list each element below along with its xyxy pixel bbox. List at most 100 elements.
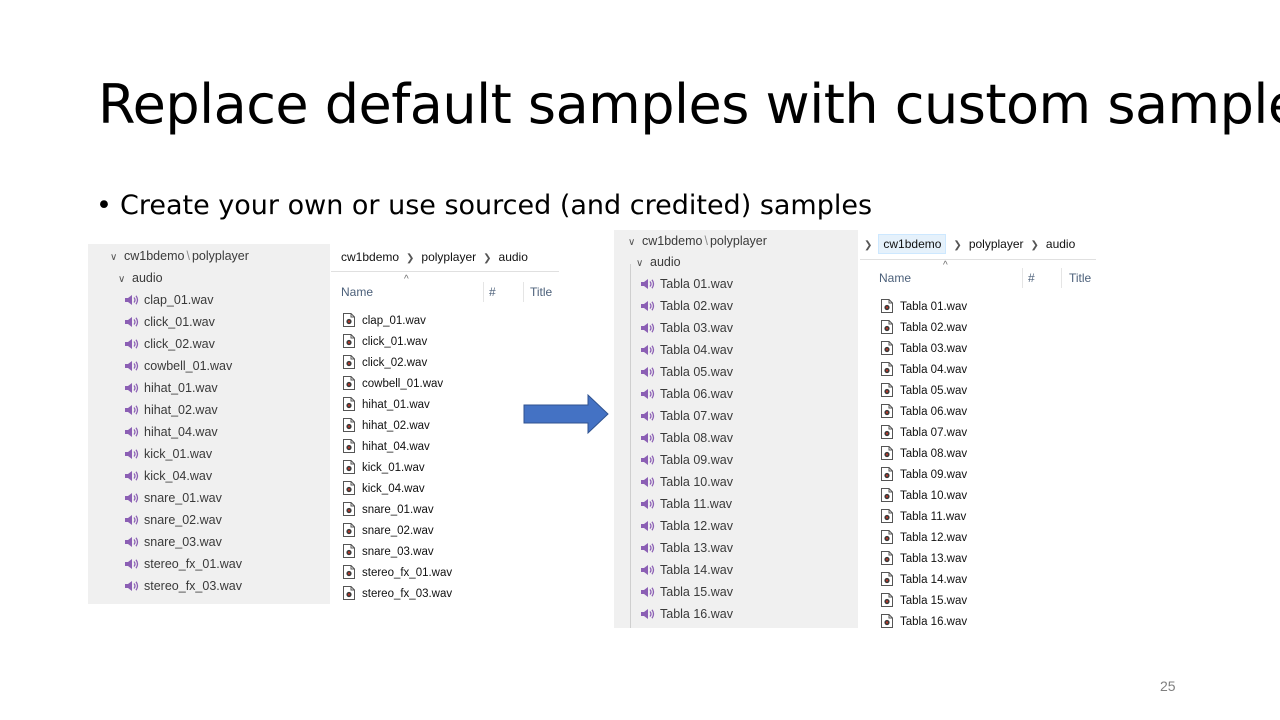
file-list-row[interactable]: snare_01.wav <box>343 500 434 521</box>
breadcrumb-item[interactable]: cw1bdemo <box>341 250 399 264</box>
tree-file-item[interactable]: Tabla 08.wav <box>640 427 733 449</box>
file-list-row[interactable]: Tabla 10.wav <box>881 486 967 507</box>
column-header-number[interactable]: # <box>489 280 496 304</box>
breadcrumb-item[interactable]: audio <box>499 250 528 264</box>
tree-file-item[interactable]: Tabla 07.wav <box>640 405 733 427</box>
file-list-row[interactable]: Tabla 01.wav <box>881 297 967 318</box>
tree-file-label: Tabla 07.wav <box>660 409 733 423</box>
file-list-row[interactable]: Tabla 13.wav <box>881 549 967 570</box>
file-name: snare_01.wav <box>362 504 434 516</box>
file-list-row[interactable]: click_01.wav <box>343 332 427 353</box>
column-header-title[interactable]: Title <box>1069 266 1091 290</box>
file-list-row[interactable]: click_02.wav <box>343 353 427 374</box>
tree-path-row[interactable]: ∨ cw1bdemo \ polyplayer <box>628 230 767 252</box>
tree-file-item[interactable]: Tabla 11.wav <box>640 493 732 515</box>
file-name: snare_02.wav <box>362 525 434 537</box>
tree-file-item[interactable]: Tabla 14.wav <box>640 559 733 581</box>
column-divider[interactable] <box>1022 268 1023 288</box>
column-header-name[interactable]: Name <box>879 266 911 290</box>
speaker-icon <box>124 425 144 439</box>
file-name: Tabla 02.wav <box>900 322 968 334</box>
tree-file-item[interactable]: Tabla 12.wav <box>640 515 733 537</box>
file-list-row[interactable]: snare_03.wav <box>343 542 434 563</box>
breadcrumb-item[interactable]: audio <box>1046 237 1075 251</box>
column-divider[interactable] <box>523 282 524 302</box>
tree-file-item[interactable]: Tabla 04.wav <box>640 339 733 361</box>
speaker-icon <box>124 359 144 373</box>
tree-file-item[interactable]: clap_01.wav <box>124 289 214 311</box>
tree-file-item[interactable]: Tabla 16.wav <box>640 603 733 625</box>
tree-file-item[interactable]: hihat_04.wav <box>124 421 218 443</box>
column-divider[interactable] <box>483 282 484 302</box>
tree-file-item[interactable]: Tabla 09.wav <box>640 449 733 471</box>
file-list-row[interactable]: cowbell_01.wav <box>343 374 443 395</box>
column-header-title[interactable]: Title <box>530 280 552 304</box>
tree-file-item[interactable]: Tabla 03.wav <box>640 317 733 339</box>
file-name: Tabla 01.wav <box>900 301 968 313</box>
file-list-row[interactable]: Tabla 02.wav <box>881 318 967 339</box>
tree-file-item[interactable]: kick_04.wav <box>124 465 212 487</box>
tree-file-item[interactable]: Tabla 01.wav <box>640 273 733 295</box>
file-list-row[interactable]: Tabla 12.wav <box>881 528 967 549</box>
file-list-row[interactable]: stereo_fx_01.wav <box>343 563 452 584</box>
file-list-row[interactable]: Tabla 14.wav <box>881 570 967 591</box>
tree-path-row[interactable]: ∨ cw1bdemo \ polyplayer <box>110 245 249 267</box>
column-header-name[interactable]: Name <box>341 280 373 304</box>
tree-file-item[interactable]: kick_01.wav <box>124 443 212 465</box>
file-name: snare_03.wav <box>362 546 434 558</box>
tree-file-item[interactable]: stereo_fx_03.wav <box>124 575 242 597</box>
tree-file-item[interactable]: stereo_fx_01.wav <box>124 553 242 575</box>
tree-file-item[interactable]: hihat_02.wav <box>124 399 218 421</box>
file-list-row[interactable]: snare_02.wav <box>343 521 434 542</box>
file-name: Tabla 16.wav <box>900 616 968 628</box>
column-divider[interactable] <box>1061 268 1062 288</box>
file-list-row[interactable]: Tabla 07.wav <box>881 423 967 444</box>
tree-file-item[interactable]: Tabla 06.wav <box>640 383 733 405</box>
chevron-down-icon[interactable]: ∨ <box>636 253 650 275</box>
tree-file-item[interactable]: Tabla 02.wav <box>640 295 733 317</box>
file-list-row[interactable]: Tabla 05.wav <box>881 381 967 402</box>
file-list-row[interactable]: Tabla 09.wav <box>881 465 967 486</box>
tree-file-item[interactable]: snare_03.wav <box>124 531 222 553</box>
column-header-number[interactable]: # <box>1028 266 1035 290</box>
tree-file-item[interactable]: click_02.wav <box>124 333 215 355</box>
slide-title: Replace default samples with custom samp… <box>98 73 1280 136</box>
tree-file-item[interactable]: hihat_01.wav <box>124 377 218 399</box>
breadcrumb-item[interactable]: polyplayer <box>421 250 476 264</box>
file-name: hihat_02.wav <box>362 420 430 432</box>
chevron-down-icon[interactable]: ∨ <box>110 247 124 269</box>
tree-file-label: Tabla 12.wav <box>660 519 733 533</box>
file-name: Tabla 04.wav <box>900 364 968 376</box>
breadcrumb-item[interactable]: cw1bdemo <box>878 234 947 254</box>
file-list-row[interactable]: Tabla 08.wav <box>881 444 967 465</box>
chevron-down-icon[interactable]: ∨ <box>118 269 132 291</box>
tree-file-item[interactable]: click_01.wav <box>124 311 215 333</box>
tree-guide-line <box>630 264 631 628</box>
audio-file-icon <box>881 508 900 523</box>
tree-file-item[interactable]: snare_01.wav <box>124 487 222 509</box>
file-list-row[interactable]: Tabla 11.wav <box>881 507 966 528</box>
tree-file-item[interactable]: cowbell_01.wav <box>124 355 232 377</box>
file-list-row[interactable]: Tabla 16.wav <box>881 612 967 630</box>
file-list-row[interactable]: hihat_04.wav <box>343 437 430 458</box>
file-list-row[interactable]: Tabla 15.wav <box>881 591 967 612</box>
tree-file-item[interactable]: Tabla 10.wav <box>640 471 733 493</box>
file-list-row[interactable]: Tabla 03.wav <box>881 339 967 360</box>
file-list-row[interactable]: hihat_01.wav <box>343 395 430 416</box>
tree-folder-audio[interactable]: ∨ audio <box>636 251 681 273</box>
file-list-row[interactable]: stereo_fx_03.wav <box>343 584 452 605</box>
tree-file-item[interactable]: Tabla 15.wav <box>640 581 733 603</box>
tree-file-item[interactable]: Tabla 05.wav <box>640 361 733 383</box>
file-list-row[interactable]: kick_01.wav <box>343 458 425 479</box>
file-list-row[interactable]: kick_04.wav <box>343 479 425 500</box>
tree-file-item[interactable]: Tabla 13.wav <box>640 537 733 559</box>
tree-folder-audio[interactable]: ∨ audio <box>118 267 163 289</box>
tree-file-item[interactable]: snare_02.wav <box>124 509 222 531</box>
file-list-row[interactable]: hihat_02.wav <box>343 416 430 437</box>
tree-path-part: polyplayer <box>191 249 249 263</box>
file-list-row[interactable]: clap_01.wav <box>343 311 426 332</box>
breadcrumb-item[interactable]: polyplayer <box>969 237 1024 251</box>
file-list-row[interactable]: Tabla 06.wav <box>881 402 967 423</box>
file-list-row[interactable]: Tabla 04.wav <box>881 360 967 381</box>
tree-file-label: kick_04.wav <box>144 469 213 483</box>
